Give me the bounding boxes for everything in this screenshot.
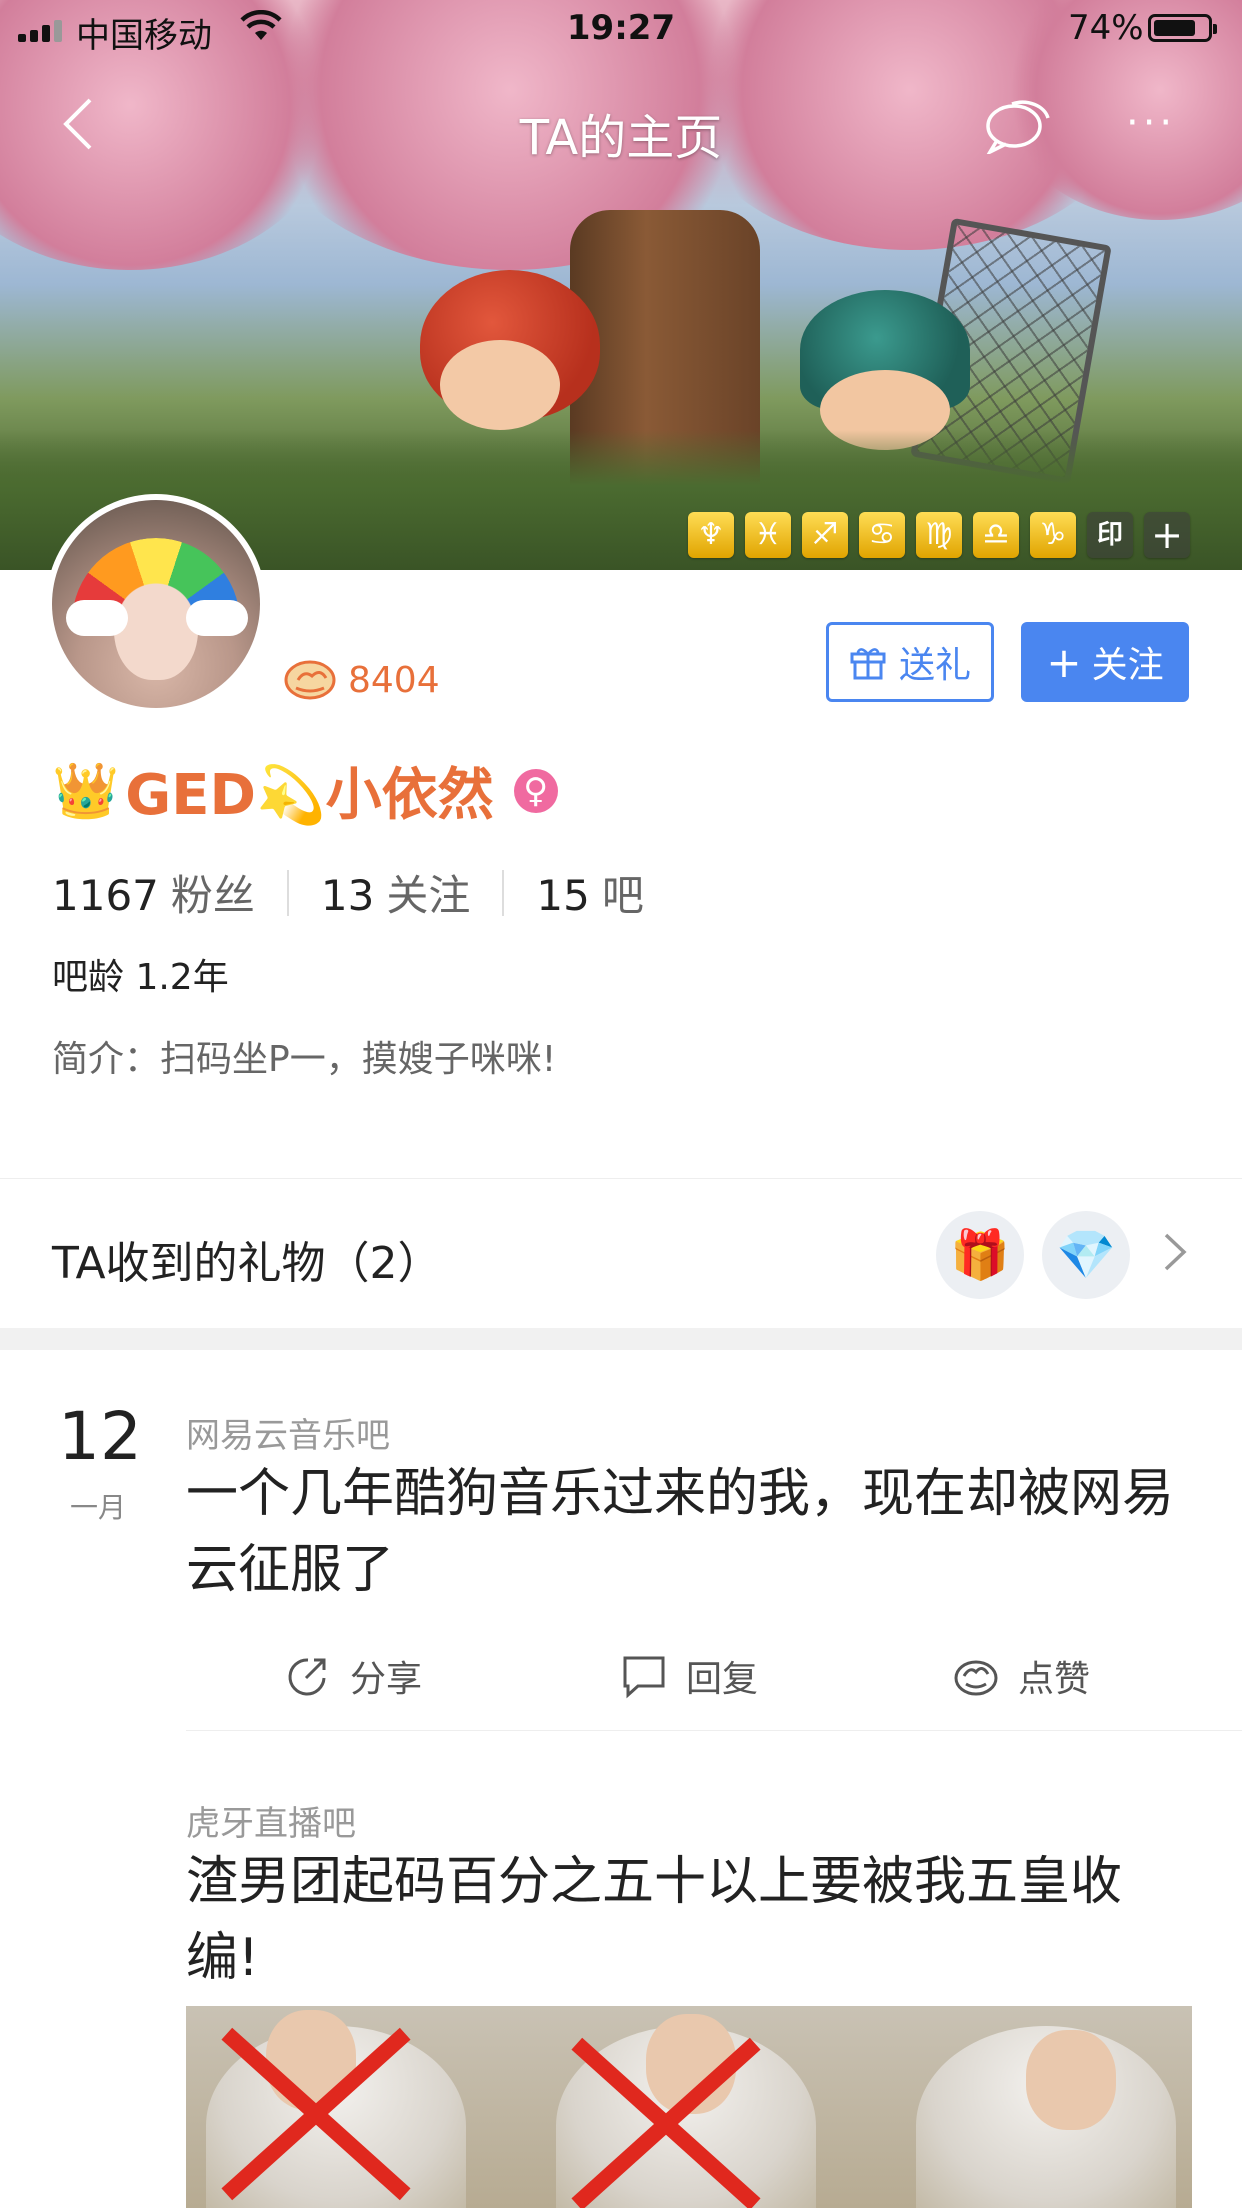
like-label: 点赞 (1018, 1659, 1091, 1700)
battery-icon (1148, 14, 1217, 42)
badge-row: ♆ ♓ ♐ ♋ ♍ ♎ ♑ 印 + (688, 512, 1190, 560)
comment-icon (623, 1656, 665, 1699)
avatar[interactable] (46, 494, 266, 714)
image-face (1026, 2030, 1116, 2130)
received-gifts-title: TA收到的礼物（2） (52, 1238, 442, 1289)
diamond-icon: 💎 (1042, 1211, 1130, 1299)
send-gift-label: 送礼 (898, 645, 971, 686)
share-label: 分享 (350, 1659, 423, 1700)
bar-age: 吧龄 1.2年 (52, 957, 229, 998)
like-hand-icon (282, 654, 338, 702)
cover-banner[interactable] (0, 0, 1242, 570)
status-bar: 中国移动 19:27 74% (0, 0, 1242, 60)
gift-icon (850, 648, 886, 680)
bio: 简介：扫码坐P一，摸嫂子咪咪! (52, 1039, 557, 1080)
cloud-sticker-icon (66, 600, 128, 636)
send-gift-button[interactable]: 送礼 (826, 622, 994, 702)
post-date-day: 12 (58, 1398, 142, 1475)
chevron-right-icon (1160, 1227, 1190, 1277)
bars-label: 吧 (601, 871, 644, 920)
add-badge-button[interactable]: + (1144, 512, 1190, 558)
like-button[interactable]: 点赞 (952, 1650, 1090, 1702)
zodiac-badge[interactable]: ♆ (688, 512, 734, 558)
fans-label: 粉丝 (170, 871, 255, 920)
character-girl-face (440, 340, 560, 430)
clock: 19:27 (566, 8, 676, 48)
received-gifts-row[interactable]: TA收到的礼物（2） 🎁 💎 (0, 1178, 1242, 1329)
battery-percent: 74% (1068, 8, 1144, 48)
username: GED💫小依然 (125, 763, 494, 828)
plus-icon: + (1046, 637, 1082, 687)
zodiac-badge[interactable]: ♓ (745, 512, 791, 558)
fans-count: 1167 (52, 871, 159, 920)
bars-stat[interactable]: 15 吧 (536, 862, 643, 923)
cloud-sticker-icon (186, 600, 248, 636)
post-actions: 分享 回复 点赞 (186, 1640, 1242, 1731)
share-icon (288, 1658, 326, 1696)
chat-button[interactable] (982, 96, 1052, 157)
gift-box-icon: 🎁 (936, 1211, 1024, 1299)
crown-icon: 👑 (52, 758, 120, 822)
post-date-month: 一月 (69, 1491, 126, 1524)
seal-badge[interactable]: 印 (1087, 512, 1133, 558)
stats-row: 1167 粉丝 13 关注 15 吧 (52, 862, 644, 923)
zodiac-badge[interactable]: ♐ (802, 512, 848, 558)
post-forum-link[interactable]: 网易云音乐吧 (186, 1408, 390, 1457)
section-divider (0, 1328, 1242, 1350)
share-button[interactable]: 分享 (284, 1650, 422, 1702)
reply-label: 回复 (686, 1659, 759, 1700)
zodiac-badge[interactable]: ♋ (859, 512, 905, 558)
follow-label: 关注 (1091, 645, 1164, 686)
post-title[interactable]: 一个几年酷狗音乐过来的我，现在却被网易云征服了 (186, 1456, 1186, 1608)
fans-stat[interactable]: 1167 粉丝 (52, 862, 255, 923)
like-count: 8404 (348, 660, 440, 701)
more-button[interactable]: ··· (1126, 100, 1186, 150)
bars-count: 15 (536, 871, 590, 920)
like-icon (954, 1660, 998, 1696)
post-forum-link[interactable]: 虎牙直播吧 (186, 1796, 356, 1845)
chat-bubbles-icon (985, 100, 1050, 157)
zodiac-badge[interactable]: ♍ (916, 512, 962, 558)
follow-button[interactable]: + 关注 (1021, 622, 1189, 702)
zodiac-badge[interactable]: ♑ (1030, 512, 1076, 558)
following-label: 关注 (386, 871, 471, 920)
zodiac-badge[interactable]: ♎ (973, 512, 1019, 558)
post-image[interactable] (186, 2006, 1192, 2208)
following-stat[interactable]: 13 关注 (321, 862, 470, 923)
page-title: TA的主页 (519, 110, 723, 166)
post-title[interactable]: 渣男团起码百分之五十以上要被我五皇收编! (186, 1844, 1186, 1996)
divider (286, 869, 289, 916)
username-row: 👑 GED💫小依然 ♀ (52, 750, 558, 831)
following-count: 13 (320, 871, 375, 920)
female-gender-icon: ♀ (513, 768, 558, 813)
reply-button[interactable]: 回复 (620, 1650, 758, 1702)
divider (502, 869, 505, 916)
